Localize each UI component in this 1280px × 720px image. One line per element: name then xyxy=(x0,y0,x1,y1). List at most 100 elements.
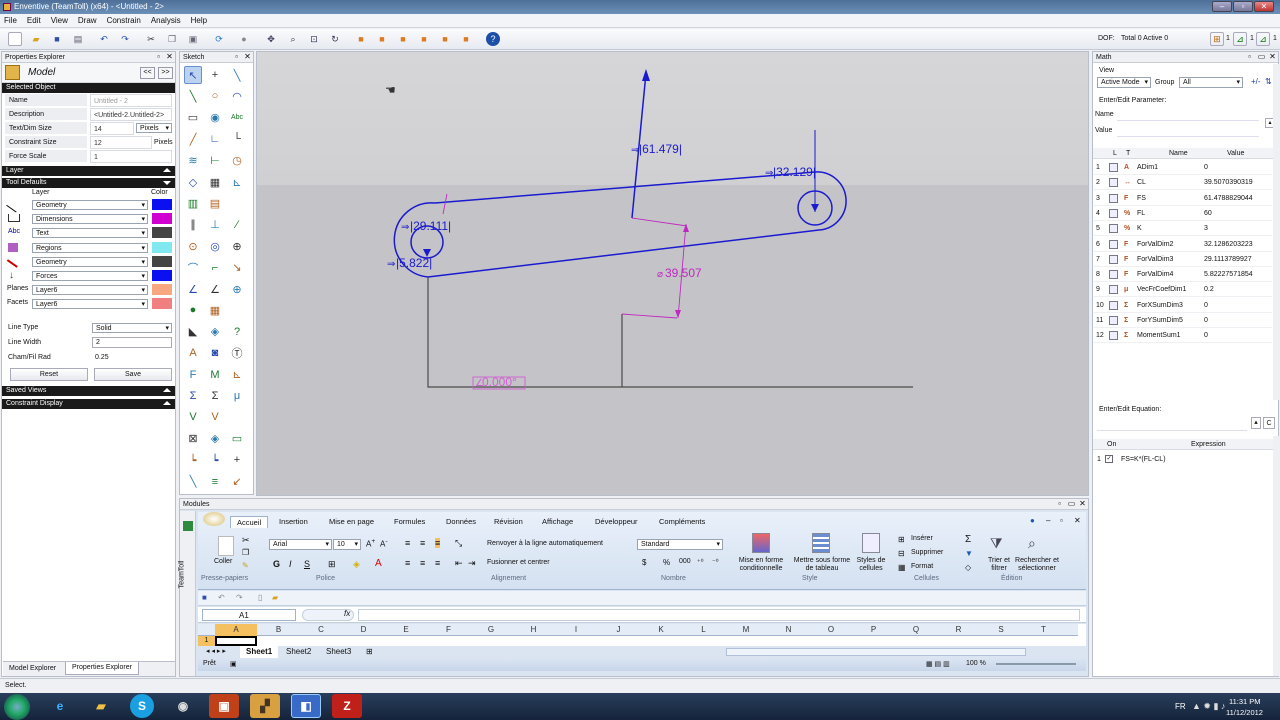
menu-constrain[interactable]: Constrain xyxy=(107,16,141,25)
dim-label-angle[interactable]: 0.000° xyxy=(482,375,517,389)
dock-icon[interactable]: ▭ xyxy=(1067,500,1076,509)
font-color-icon[interactable]: A xyxy=(375,558,382,569)
mode-select[interactable]: Active Mode xyxy=(1097,77,1151,88)
color-swatch-forces[interactable] xyxy=(152,270,172,281)
param-scrollbar[interactable] xyxy=(1273,64,1279,400)
merge-center-button[interactable]: Fusionner et centrer xyxy=(487,559,550,566)
equal-icon[interactable]: ◎ xyxy=(206,237,224,255)
close-icon[interactable]: ✕ xyxy=(1268,53,1277,62)
pan-icon[interactable]: ✥ xyxy=(264,32,278,46)
dim-label-small[interactable]: |5.822| xyxy=(396,256,432,270)
table-format-icon[interactable] xyxy=(812,533,830,553)
autosum-icon[interactable]: Σ xyxy=(965,534,971,545)
trim-icon[interactable]: ↘ xyxy=(228,259,246,277)
rectangle-icon[interactable]: ▭ xyxy=(184,109,202,127)
cell-styles-icon[interactable] xyxy=(862,533,880,553)
orientation-icon[interactable]: ⤡ xyxy=(455,538,462,549)
borders-icon[interactable]: ⊞ xyxy=(328,559,336,570)
region-fill-icon[interactable]: ◣ xyxy=(184,323,202,341)
lock-icon[interactable] xyxy=(1109,285,1118,295)
hatch-icon[interactable]: ◈ xyxy=(206,323,224,341)
dim-label-right[interactable]: |32.129| xyxy=(773,165,816,179)
new-sheet-icon[interactable]: ⊞ xyxy=(366,647,373,656)
lock-icon[interactable] xyxy=(1109,163,1118,172)
stop-icon[interactable]: ● xyxy=(237,32,251,46)
lock-icon[interactable] xyxy=(1109,193,1118,203)
qa-open-icon[interactable]: ▰ xyxy=(272,593,278,602)
fill-icon[interactable]: ▼ xyxy=(965,549,973,558)
color-swatch-geometry-2[interactable] xyxy=(152,256,172,267)
clear-icon[interactable]: ◇ xyxy=(965,563,971,572)
column-header[interactable]: R xyxy=(938,624,980,636)
moment-icon[interactable]: M xyxy=(206,366,224,384)
menu-draw[interactable]: Draw xyxy=(78,16,97,25)
clear-equation-button[interactable]: C xyxy=(1263,417,1275,429)
param-row[interactable]: 6 F ForValDim2 32.1286203223 xyxy=(1094,237,1272,252)
formula-input[interactable] xyxy=(358,609,1080,621)
redo-icon[interactable]: ↷ xyxy=(118,32,132,46)
currency-icon[interactable]: $ xyxy=(642,558,646,567)
ie-icon[interactable]: e xyxy=(45,694,75,718)
skype-icon[interactable]: S xyxy=(130,694,154,718)
equation-input[interactable] xyxy=(1097,417,1247,431)
add-remove-icon[interactable]: +/- xyxy=(1251,77,1261,86)
qa-undo-icon[interactable]: ↶ xyxy=(218,593,225,602)
dim-label-length[interactable]: 39.507 xyxy=(665,266,702,280)
column-header[interactable]: J xyxy=(598,624,640,636)
conditional-format-button[interactable]: Mise en forme conditionnelle xyxy=(732,557,790,573)
close-button[interactable]: ✕ xyxy=(1254,1,1274,12)
lock-icon[interactable] xyxy=(1109,239,1118,249)
font-name-select[interactable]: Arial xyxy=(269,539,332,550)
spring-icon[interactable]: ≋ xyxy=(184,152,202,170)
app-icon-7[interactable]: ◧ xyxy=(291,694,321,718)
parallel-icon[interactable]: ∥ xyxy=(184,216,202,234)
qa-redo-icon[interactable]: ↷ xyxy=(236,593,243,602)
ribbon-tab-formules[interactable]: Formules xyxy=(394,516,425,528)
column-header[interactable]: P xyxy=(853,624,895,636)
concentric-icon[interactable]: ⊙ xyxy=(184,237,202,255)
ribbon-tab-mise-en-page[interactable]: Mise en page xyxy=(329,516,374,528)
sheet-grid[interactable]: ABCDEFGHIJKLMNOPQRST 1 xyxy=(198,624,1086,646)
eq-row[interactable]: 1 ✓ FS=K*(FL-CL) xyxy=(1093,453,1275,466)
undo-icon[interactable]: ↶ xyxy=(97,32,111,46)
contact-icon[interactable]: ◈ xyxy=(206,430,224,448)
view-back-icon[interactable]: ■ xyxy=(438,32,452,46)
mechanism-drawing[interactable]: |61.479| ⇒ |32.129| ⇒ |29.111| ⇒ |5.822|… xyxy=(257,52,1090,497)
new-icon[interactable] xyxy=(8,32,22,46)
force-icon[interactable]: F xyxy=(184,366,202,384)
vector-icon[interactable]: ╲ xyxy=(184,473,202,491)
print-icon[interactable]: ▤ xyxy=(71,32,85,46)
view-mode-icons[interactable]: ▦ ▤ ▥ xyxy=(926,660,950,668)
app-icon-5[interactable]: ▣ xyxy=(209,694,239,718)
start-button-icon[interactable] xyxy=(4,694,30,720)
prop-value[interactable]: 12 xyxy=(90,136,152,149)
number-format-select[interactable]: Standard xyxy=(637,539,723,550)
tab-model-explorer[interactable]: Model Explorer xyxy=(5,664,60,673)
text-size-unit-select[interactable]: Pixels xyxy=(136,123,172,133)
paste-icon[interactable]: ▣ xyxy=(186,32,200,46)
param-value-input[interactable] xyxy=(1117,125,1259,137)
angular-dim-icon[interactable]: ◷ xyxy=(228,152,246,170)
close-icon[interactable]: ✕ xyxy=(165,53,174,62)
column-header[interactable]: L xyxy=(683,624,725,636)
shrink-font-icon[interactable]: A- xyxy=(380,538,388,549)
dim-label-left[interactable]: |29.111| xyxy=(410,219,451,233)
zoom-slider[interactable] xyxy=(996,663,1076,665)
active-cell[interactable] xyxy=(215,636,257,646)
sort-icon[interactable]: ⇅ xyxy=(1265,77,1272,86)
sort-filter-icon[interactable]: ⧩ xyxy=(990,535,1003,552)
eq-stepper-icon[interactable]: ▴ xyxy=(1251,417,1261,429)
eq-expression[interactable]: FS=K*(FL-CL) xyxy=(1121,453,1166,466)
sheet-nav-icons[interactable]: ◂ ◂ ▸ ▸ xyxy=(206,647,226,655)
tab-properties-explorer[interactable]: Properties Explorer xyxy=(65,662,139,675)
column-header[interactable]: E xyxy=(385,624,427,636)
ang-constraint-icon[interactable]: ∠ xyxy=(184,280,202,298)
view-bottom-icon[interactable]: ■ xyxy=(459,32,473,46)
paste-icon[interactable] xyxy=(218,536,234,556)
column-header[interactable]: G xyxy=(470,624,512,636)
prop-value[interactable]: Untitled - 2 xyxy=(90,94,172,107)
align-middle-icon[interactable]: ≡ xyxy=(420,538,425,548)
dir-icon[interactable]: ↙ xyxy=(228,473,246,491)
ribbon-tab-developpeur[interactable]: Développeur xyxy=(595,516,638,528)
column-header[interactable]: A xyxy=(215,624,257,636)
